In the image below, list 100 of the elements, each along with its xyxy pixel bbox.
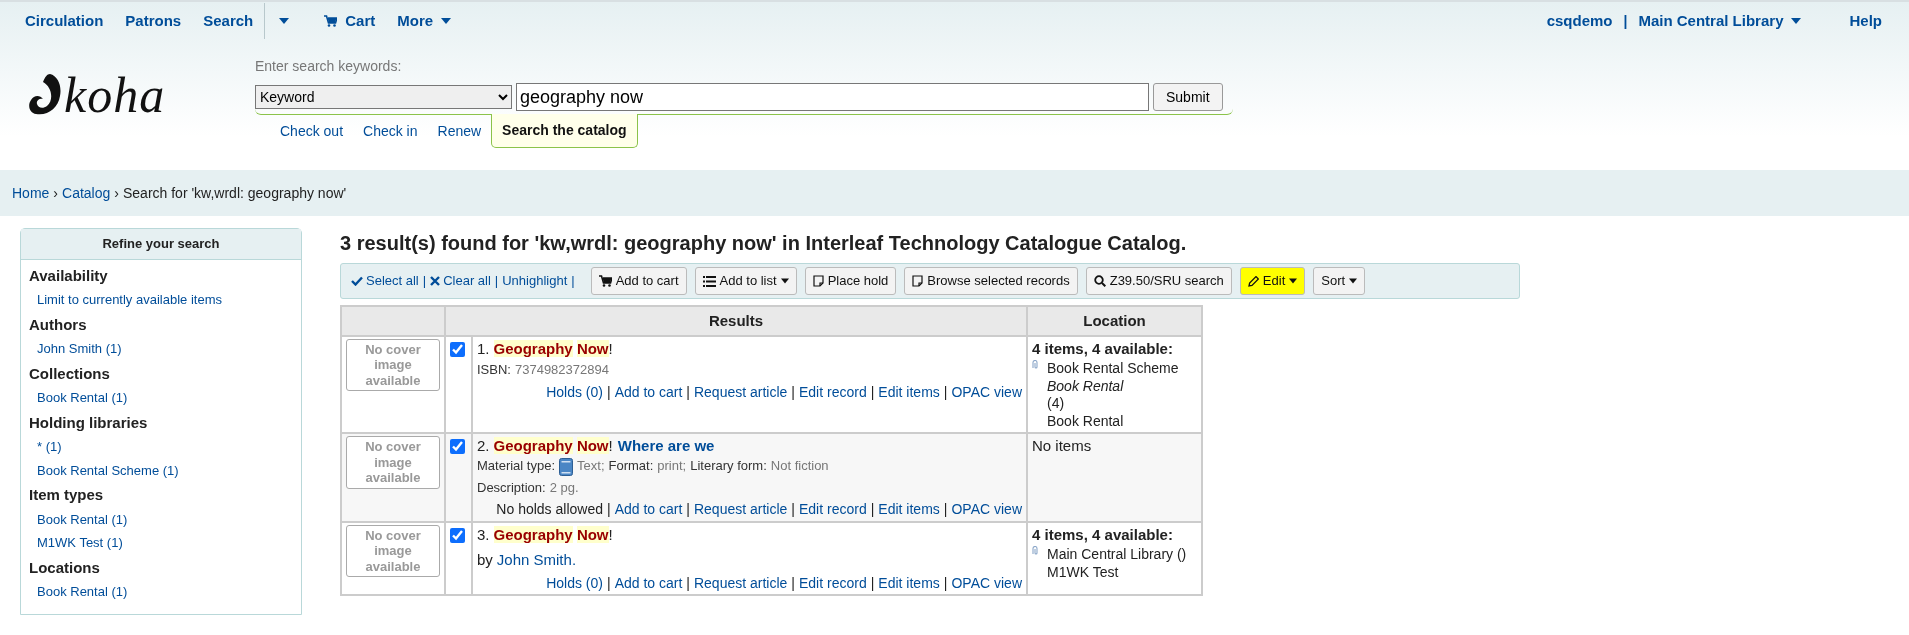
action-link[interactable]: Edit record: [799, 573, 867, 592]
help-link[interactable]: Help: [1838, 1, 1893, 41]
toolbar-button[interactable]: Add to list: [694, 267, 797, 295]
toolbar-button[interactable]: Place hold: [804, 267, 897, 295]
library-menu[interactable]: Main Central Library: [1627, 1, 1813, 41]
note-icon: [912, 275, 924, 287]
action-link[interactable]: Add to cart: [614, 382, 683, 402]
facet-link[interactable]: Limit to currently available items: [37, 290, 222, 310]
separator: |: [686, 573, 690, 592]
location-line: (4): [1047, 395, 1066, 413]
facet-link[interactable]: Book Rental (1): [37, 388, 128, 408]
separator: |: [607, 382, 611, 402]
location-line: Main Central Library (): [1047, 546, 1187, 564]
action-link[interactable]: Holds (0): [546, 382, 603, 402]
column-header: Location: [1027, 306, 1202, 336]
result-checkbox[interactable]: [450, 527, 465, 543]
facet-link[interactable]: Book Rental Scheme (1): [37, 460, 179, 480]
facet-link[interactable]: Book Rental (1): [37, 582, 128, 602]
toolbar-link[interactable]: Select all: [351, 271, 419, 291]
result-checkbox[interactable]: [450, 341, 465, 357]
facet-link[interactable]: John Smith (1): [37, 339, 122, 359]
breadcrumb-separator: ›: [114, 183, 119, 203]
separator: |: [791, 573, 795, 592]
action-link[interactable]: Request article: [693, 500, 788, 519]
action-link[interactable]: Request article: [693, 573, 788, 592]
facet-heading: Locations: [29, 557, 101, 578]
result-number: 3.: [477, 524, 490, 545]
search-tab[interactable]: Check out: [270, 115, 354, 148]
index-dropdown[interactable]: Keyword: [255, 85, 512, 109]
pencil-icon: [1247, 275, 1259, 287]
location-text: No items: [1032, 436, 1093, 456]
action-link[interactable]: Add to cart: [614, 500, 683, 519]
action-link[interactable]: OPAC view: [951, 500, 1022, 519]
toolbar-button[interactable]: Browse selected records: [904, 267, 1078, 295]
search-tab[interactable]: Check in: [353, 115, 428, 148]
column-header: Results: [445, 306, 1027, 336]
search-field[interactable]: geography now: [516, 83, 1149, 111]
field-label: Material type:: [477, 458, 556, 475]
breadcrumb-current: Search for 'kw,wrdl: geography now': [122, 183, 347, 203]
close-icon: [430, 276, 441, 286]
search-tab[interactable]: Renew: [427, 115, 492, 148]
action-link[interactable]: Add to cart: [614, 573, 683, 592]
result-subtitle[interactable]: Where are we: [617, 436, 715, 456]
submit-button[interactable]: Submit: [1153, 83, 1223, 111]
action-link[interactable]: Edit items: [878, 500, 940, 519]
logo-wordmark: koha: [64, 70, 166, 120]
nav-link[interactable]: Patrons: [114, 1, 193, 41]
toolbar-link[interactable]: Unhighlight: [502, 271, 568, 291]
field-value: 7374982372894: [514, 362, 609, 379]
panel-title: Refine your search: [21, 229, 301, 260]
breadcrumb-link[interactable]: Home: [12, 182, 50, 204]
cart-icon: [598, 275, 612, 287]
separator: |: [870, 500, 875, 519]
search-tab[interactable]: Search the catalog: [491, 114, 638, 148]
no-cover-image: No cover image available: [346, 436, 440, 489]
nav-link[interactable]: Circulation: [14, 1, 115, 41]
field-label: Literary form:: [690, 458, 767, 475]
action-link[interactable]: Holds (0): [546, 573, 603, 592]
toolbar-button[interactable]: Z39.50/SRU search: [1085, 267, 1232, 295]
book-icon: [559, 457, 574, 476]
separator: |: [870, 573, 875, 592]
action-link[interactable]: Edit record: [799, 500, 867, 519]
search-prompt: Enter search keywords:: [255, 57, 403, 76]
search-icon: [1093, 275, 1106, 287]
field-label: Description:: [477, 479, 546, 497]
author-link[interactable]: John Smith.: [496, 550, 577, 570]
location-summary: 4 items, 4 available:: [1032, 338, 1174, 358]
nav-link[interactable]: Cart: [313, 1, 387, 41]
action-link[interactable]: Edit items: [878, 382, 940, 402]
separator: |: [943, 382, 948, 402]
separator: |: [943, 500, 948, 519]
action-link[interactable]: OPAC view: [951, 382, 1022, 402]
facet-link[interactable]: * (1): [37, 437, 62, 457]
field-value: 2 pg.: [549, 479, 579, 497]
separator: |: [607, 573, 611, 592]
facet-link[interactable]: M1WK Test (1): [37, 533, 123, 553]
toolbar-button[interactable]: Edit: [1239, 267, 1306, 295]
paperclip-icon: [1032, 546, 1039, 556]
result-checkbox[interactable]: [450, 439, 465, 454]
user-link[interactable]: csqdemo: [1535, 1, 1624, 41]
action-link[interactable]: Edit record: [799, 382, 867, 402]
toolbar-button[interactable]: Add to cart: [590, 267, 687, 295]
facet-heading: Holding libraries: [29, 412, 149, 433]
result-number: 2.: [477, 436, 490, 456]
breadcrumb-link[interactable]: Catalog: [62, 182, 111, 204]
separator: |: [1623, 11, 1628, 31]
facet-link[interactable]: Book Rental (1): [37, 509, 128, 529]
paperclip-icon: [1032, 360, 1039, 369]
nav-menu[interactable]: More: [386, 1, 463, 41]
results-heading: 3 result(s) found for 'kw,wrdl: geography now' in Interleaf Technology Catalogue Catalog.: [340, 231, 1188, 256]
no-cover-image: No cover image available: [346, 338, 440, 392]
caret-icon: [780, 278, 789, 284]
action-link[interactable]: OPAC view: [951, 573, 1022, 592]
toolbar-button[interactable]: Sort: [1313, 267, 1366, 295]
caret-icon: [1349, 278, 1358, 284]
toolbar-link[interactable]: Clear all: [430, 271, 491, 291]
action-link[interactable]: Edit items: [878, 573, 940, 592]
field-value: print;: [657, 458, 687, 475]
action-link[interactable]: Request article: [693, 382, 788, 402]
nav-link[interactable]: Search: [192, 1, 265, 41]
